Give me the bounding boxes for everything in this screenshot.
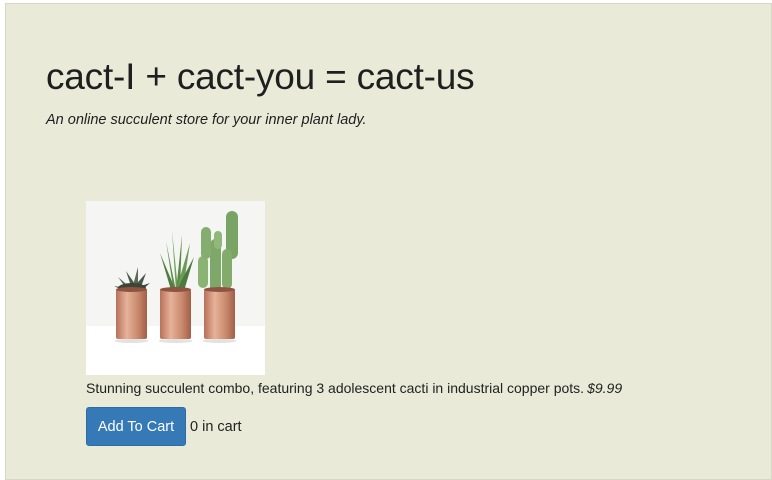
copper-pot-right: [204, 289, 235, 339]
cart-count: 0 in cart: [190, 418, 242, 435]
product-price: $9.99: [587, 380, 623, 396]
product-description: Stunning succulent combo, featuring 3 ad…: [86, 380, 585, 396]
cart-controls: Add To Cart 0 in cart: [86, 407, 686, 446]
copper-pot-middle: [160, 289, 191, 339]
page-container: cact-I + cact-you = cact-us An online su…: [5, 3, 772, 480]
add-to-cart-button[interactable]: Add To Cart: [86, 407, 186, 446]
succulents-illustration: [86, 201, 265, 375]
copper-pot-left: [116, 289, 147, 339]
product-image: [86, 201, 265, 375]
product-card: Stunning succulent combo, featuring 3 ad…: [86, 201, 686, 446]
page-subtitle: An online succulent store for your inner…: [46, 112, 367, 128]
product-description-row: Stunning succulent combo, featuring 3 ad…: [86, 378, 686, 398]
page-title: cact-I + cact-you = cact-us: [46, 56, 475, 97]
